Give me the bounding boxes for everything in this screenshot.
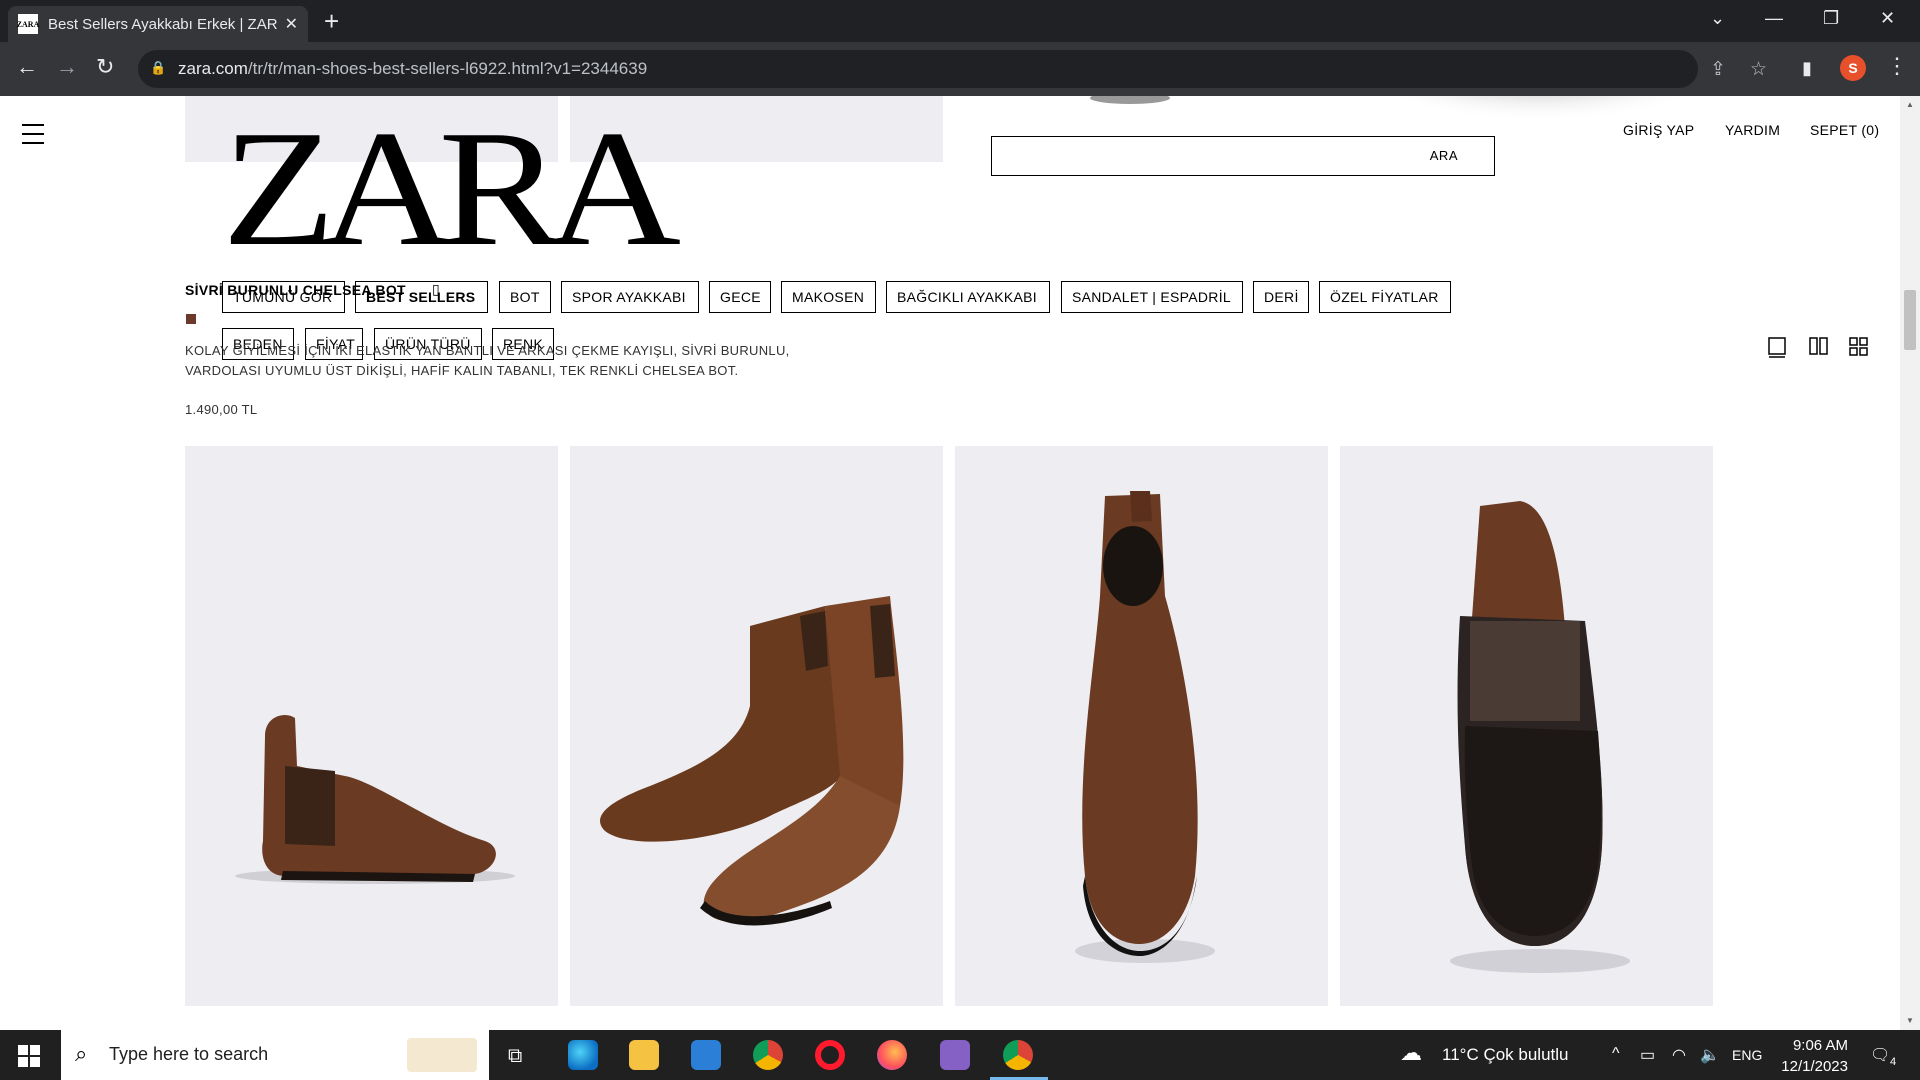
search-input[interactable]: ARA <box>991 136 1495 176</box>
filter-chip-loafers[interactable]: MAKOSEN <box>781 281 876 313</box>
hamburger-menu-icon[interactable] <box>22 124 44 151</box>
scroll-up-arrow-icon[interactable]: ▲ <box>1906 100 1914 109</box>
clock-time: 9:06 AM <box>1792 1037 1848 1054</box>
browser-toolbar: ← → ↻ 🔒 zara.com/tr/tr/man-shoes-best-se… <box>0 42 1920 96</box>
reload-button[interactable]: ↻ <box>96 56 114 78</box>
two-column-view-icon[interactable] <box>1808 336 1830 358</box>
language-indicator[interactable]: ENG <box>1732 1047 1762 1063</box>
search-label: ARA <box>1429 148 1458 163</box>
opera-icon[interactable] <box>815 1040 845 1070</box>
weather-icon[interactable]: ☁ <box>1400 1040 1422 1066</box>
chelsea-boot-front-icon <box>1075 491 1215 963</box>
volume-icon[interactable]: 🔈 <box>1700 1045 1720 1065</box>
edge-icon[interactable] <box>568 1040 598 1070</box>
product-description-line1: KOLAY GİYİLMESİ İÇİN İKİ ELASTİK YAN BAN… <box>185 343 790 358</box>
filter-chip-sandals[interactable]: SANDALET | ESPADRİL <box>1061 281 1243 313</box>
taskbar-search-placeholder: Type here to search <box>109 1044 269 1064</box>
visual-studio-icon[interactable] <box>940 1040 970 1070</box>
search-highlight-icon <box>407 1038 477 1072</box>
close-window-button[interactable]: ✕ <box>1880 8 1895 29</box>
wifi-icon[interactable]: ◠ <box>1672 1045 1686 1065</box>
minimize-button[interactable]: — <box>1765 8 1783 29</box>
product-price: 1.490,00 TL <box>185 402 258 417</box>
page-scrollbar[interactable]: ▲ ▼ <box>1900 96 1920 1030</box>
share-icon[interactable]: ⇪ <box>1710 58 1726 81</box>
scroll-thumb[interactable] <box>1904 290 1916 350</box>
bookmark-star-icon[interactable]: ☆ <box>1750 58 1767 81</box>
browser-menu-icon[interactable]: ⋮ <box>1886 55 1908 77</box>
browser-tab-strip: ZARA Best Sellers Ayakkabı Erkek | ZAR ✕… <box>0 0 1920 42</box>
tab-title: Best Sellers Ayakkabı Erkek | ZAR <box>48 15 277 33</box>
browser-tab[interactable]: ZARA Best Sellers Ayakkabı Erkek | ZAR ✕ <box>8 6 308 42</box>
back-button[interactable]: ← <box>16 56 38 78</box>
cart-link[interactable]: SEPET (0) <box>1810 122 1879 138</box>
tab-search-chevron-icon[interactable]: ⌄ <box>1710 8 1725 29</box>
chelsea-boot-sole-icon <box>1450 501 1630 973</box>
task-view-icon[interactable]: ⧉ <box>508 1045 522 1068</box>
page-viewport: ZARA ARA GİRİŞ YAP YARDIM SEPET (0) TÜMÜ… <box>0 96 1900 1030</box>
scroll-down-arrow-icon[interactable]: ▼ <box>1906 1016 1914 1025</box>
profile-avatar[interactable]: S <box>1840 55 1866 81</box>
product-name[interactable]: SİVRİ BURUNLU CHELSEA BOT <box>185 282 406 298</box>
color-swatch[interactable] <box>186 314 196 324</box>
battery-icon[interactable]: ▭ <box>1640 1045 1655 1065</box>
firefox-icon[interactable] <box>877 1040 907 1070</box>
windows-taskbar: ⌕ Type here to search ⧉ ☁ 11°C Çok bulut… <box>0 1030 1920 1080</box>
filter-chip-bot[interactable]: BOT <box>499 281 551 313</box>
clock-date: 12/1/2023 <box>1781 1058 1848 1075</box>
show-hidden-icons-chevron-icon[interactable]: ^ <box>1612 1045 1620 1063</box>
tab-close-icon[interactable]: ✕ <box>285 14 298 34</box>
single-view-icon[interactable] <box>1767 336 1789 358</box>
address-bar[interactable]: 🔒 zara.com/tr/tr/man-shoes-best-sellers-… <box>138 50 1767 88</box>
chrome-profile-icon[interactable] <box>1003 1040 1033 1070</box>
help-link[interactable]: YARDIM <box>1725 122 1780 138</box>
notification-center-icon[interactable]: 🗨 <box>1870 1045 1890 1065</box>
taskbar-clock[interactable]: 9:06 AM 12/1/2023 <box>1768 1035 1848 1077</box>
url-text: zara.com/tr/tr/man-shoes-best-sellers-l6… <box>178 59 648 78</box>
filter-chip-special-prices[interactable]: ÖZEL FİYATLAR <box>1319 281 1451 313</box>
mail-icon[interactable] <box>691 1040 721 1070</box>
file-explorer-icon[interactable] <box>629 1040 659 1070</box>
zara-logo[interactable]: ZARA <box>222 105 681 271</box>
chelsea-boot-pair-icon <box>600 596 904 926</box>
bookmark-icon[interactable]: ▯ <box>432 281 440 298</box>
weather-text[interactable]: 11°C Çok bulutlu <box>1442 1045 1569 1065</box>
product-image-sole-view[interactable] <box>1340 446 1713 1006</box>
new-tab-button[interactable]: + <box>324 8 339 34</box>
filter-chip-evening[interactable]: GECE <box>709 281 771 313</box>
chelsea-boot-side-icon <box>235 715 515 884</box>
restore-button[interactable]: ❐ <box>1823 8 1839 29</box>
filter-chip-leather[interactable]: DERİ <box>1253 281 1309 313</box>
product-image-side-view[interactable] <box>185 446 558 1006</box>
product-image-pair-view[interactable] <box>570 446 943 1006</box>
taskbar-search-box[interactable]: ⌕ Type here to search <box>61 1030 489 1080</box>
windows-start-icon[interactable] <box>18 1045 40 1067</box>
notification-count: 4 <box>1890 1056 1897 1068</box>
product-description-line2: VARDOLASI UYUMLU ÜST DİKİŞLİ, HAFİF KALI… <box>185 363 739 378</box>
lock-icon[interactable]: 🔒 <box>150 60 166 76</box>
filter-chip-sneakers[interactable]: SPOR AYAKKABI <box>561 281 699 313</box>
product-image-front-view[interactable] <box>955 446 1328 1006</box>
filter-chip-lace-up[interactable]: BAĞCIKLI AYAKKABI <box>886 281 1050 313</box>
grid-view-icon[interactable] <box>1848 336 1870 358</box>
side-panel-icon[interactable]: ▮ <box>1802 57 1812 79</box>
search-icon: ⌕ <box>75 1041 88 1066</box>
zara-favicon-icon: ZARA <box>17 14 39 34</box>
forward-button[interactable]: → <box>56 56 78 78</box>
login-link[interactable]: GİRİŞ YAP <box>1623 122 1694 138</box>
chrome-icon[interactable] <box>753 1040 783 1070</box>
